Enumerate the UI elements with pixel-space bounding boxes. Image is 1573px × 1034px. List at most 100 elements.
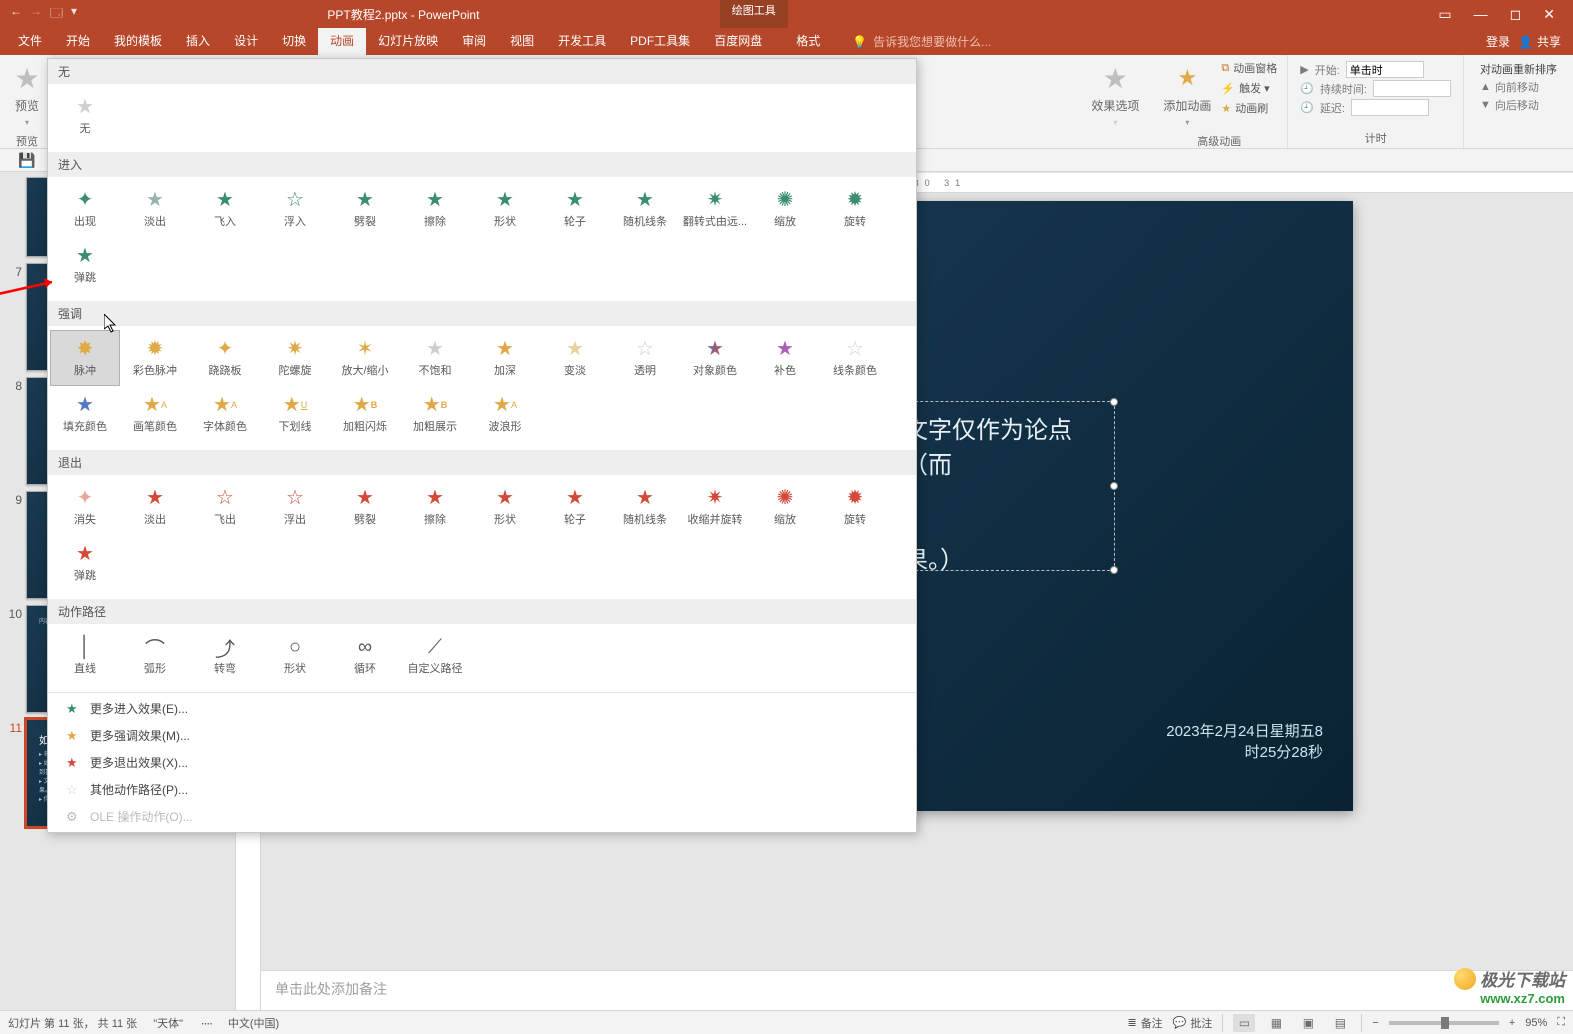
tab-baidu[interactable]: 百度网盘 (702, 28, 774, 55)
anim-flyout[interactable]: ☆飞出 (190, 479, 260, 535)
tab-design[interactable]: 设计 (222, 28, 270, 55)
minimize-icon[interactable]: — (1474, 6, 1488, 22)
anim-shrinkturn[interactable]: ✷收缩并旋转 (680, 479, 750, 535)
tab-home[interactable]: 开始 (54, 28, 102, 55)
anim-disappear[interactable]: ✦消失 (50, 479, 120, 535)
move-backward-button[interactable]: ▼向后移动 (1480, 97, 1557, 113)
anim-none[interactable]: ★无 (50, 88, 120, 144)
maximize-icon[interactable]: ◻ (1510, 6, 1522, 23)
tab-developer[interactable]: 开发工具 (546, 28, 618, 55)
path-turn[interactable]: ⤴转弯 (190, 628, 260, 684)
anim-zoom[interactable]: ✺缩放 (750, 181, 820, 237)
move-forward-button[interactable]: ▲向前移动 (1480, 79, 1557, 95)
anim-wheel[interactable]: ★轮子 (540, 181, 610, 237)
forward-icon[interactable]: → (30, 4, 42, 25)
more-exit-effects[interactable]: ★更多退出效果(X)... (48, 749, 916, 776)
anim-spin2[interactable]: ✷陀螺旋 (260, 330, 330, 386)
tab-format[interactable]: 格式 (774, 28, 842, 55)
tab-animations[interactable]: 动画 (318, 28, 366, 55)
anim-shape[interactable]: ★形状 (470, 181, 540, 237)
window-icon[interactable]: 🗔 (50, 4, 63, 25)
tab-file[interactable]: 文件 (6, 28, 54, 55)
start-input[interactable] (1346, 61, 1424, 78)
animation-pane-button[interactable]: ⧉动画窗格 (1217, 59, 1281, 77)
anim-linecolor[interactable]: ☆线条颜色 (820, 330, 890, 386)
anim-bounceout[interactable]: ★弹跳 (50, 535, 120, 591)
reading-view-icon[interactable]: ▣ (1297, 1014, 1319, 1032)
anim-wave[interactable]: ★A波浪形 (470, 386, 540, 442)
anim-growshrink[interactable]: ✶放大/缩小 (330, 330, 400, 386)
anim-shape2[interactable]: ★形状 (470, 479, 540, 535)
text-box[interactable]: 文字仅作为论点（而 果。） (895, 401, 1115, 571)
tab-mytemplates[interactable]: 我的模板 (102, 28, 174, 55)
tab-transitions[interactable]: 切换 (270, 28, 318, 55)
more-emphasis-effects[interactable]: ★更多强调效果(M)... (48, 722, 916, 749)
save-icon[interactable]: 💾 (18, 152, 35, 169)
anim-growturn[interactable]: ✷翻转式由远... (680, 181, 750, 237)
anim-appear[interactable]: ✦出现 (50, 181, 120, 237)
more-entrance-effects[interactable]: ★更多进入效果(E)... (48, 695, 916, 722)
anim-complement[interactable]: ★补色 (750, 330, 820, 386)
path-shape[interactable]: ○形状 (260, 628, 330, 684)
sorter-view-icon[interactable]: ▦ (1265, 1014, 1287, 1032)
zoom-slider[interactable] (1389, 1021, 1499, 1025)
anim-wipe[interactable]: ★擦除 (400, 181, 470, 237)
tab-insert[interactable]: 插入 (174, 28, 222, 55)
tab-review[interactable]: 审阅 (450, 28, 498, 55)
path-loop[interactable]: ∞循环 (330, 628, 400, 684)
anim-objcolor[interactable]: ★对象颜色 (680, 330, 750, 386)
anim-floatin[interactable]: ☆浮入 (260, 181, 330, 237)
delay-input[interactable] (1351, 99, 1429, 116)
anim-split[interactable]: ★劈裂 (330, 181, 400, 237)
anim-brushcolor[interactable]: ★A画笔颜色 (120, 386, 190, 442)
share-button[interactable]: 👤共享 (1518, 33, 1561, 50)
anim-darken[interactable]: ★加深 (470, 330, 540, 386)
anim-colorpulse[interactable]: ✹彩色脉冲 (120, 330, 190, 386)
anim-flyin[interactable]: ★飞入 (190, 181, 260, 237)
path-line[interactable]: │直线 (50, 628, 120, 684)
anim-boldreveal[interactable]: ★B加粗展示 (400, 386, 470, 442)
anim-split2[interactable]: ★劈裂 (330, 479, 400, 535)
anim-pulse[interactable]: ✸脉冲 (50, 330, 120, 386)
trigger-button[interactable]: ⚡触发 ▾ (1217, 79, 1281, 97)
anim-wipe2[interactable]: ★擦除 (400, 479, 470, 535)
animation-painter-button[interactable]: ★动画刷 (1217, 99, 1281, 117)
anim-desaturate[interactable]: ★不饱和 (400, 330, 470, 386)
language[interactable]: 中文(中国) (228, 1015, 279, 1031)
tab-view[interactable]: 视图 (498, 28, 546, 55)
anim-transparency[interactable]: ☆透明 (610, 330, 680, 386)
normal-view-icon[interactable]: ▭ (1233, 1014, 1255, 1032)
effect-options-button[interactable]: ★ 效果选项 ▾ (1085, 59, 1145, 131)
login-button[interactable]: 登录 (1486, 33, 1510, 50)
anim-randombars[interactable]: ★随机线条 (610, 181, 680, 237)
anim-spinout[interactable]: ✹旋转 (820, 479, 890, 535)
duration-input[interactable] (1373, 80, 1451, 97)
slide-position[interactable]: 幻灯片 第 11 张， 共 11 张 (8, 1015, 137, 1031)
tell-me-search[interactable]: 💡 告诉我您想要做什么... (842, 28, 1474, 55)
tab-pdftools[interactable]: PDF工具集 (618, 28, 702, 55)
comments-toggle[interactable]: 💬批注 (1173, 1015, 1213, 1031)
notes-toggle[interactable]: ≣备注 (1127, 1015, 1162, 1031)
anim-fade[interactable]: ★淡出 (120, 181, 190, 237)
anim-lighten[interactable]: ★变淡 (540, 330, 610, 386)
add-animation-button[interactable]: ★ 添加动画 ▾ (1157, 59, 1217, 131)
path-arc[interactable]: ⌒弧形 (120, 628, 190, 684)
anim-floatout[interactable]: ☆浮出 (260, 479, 330, 535)
preview-button[interactable]: ★ 预览 ▾ (6, 59, 48, 131)
more-motion-paths[interactable]: ☆其他动作路径(P)... (48, 776, 916, 803)
ime-icon[interactable]: ᠁ (199, 1013, 212, 1032)
anim-fontcolor[interactable]: ★A字体颜色 (190, 386, 260, 442)
slideshow-view-icon[interactable]: ▤ (1329, 1014, 1351, 1032)
ribbon-options-icon[interactable]: ▭ (1438, 6, 1451, 23)
path-custom[interactable]: ⟋自定义路径 (400, 628, 470, 684)
zoom-level[interactable]: 95% (1525, 1017, 1547, 1029)
zoom-in-icon[interactable]: + (1509, 1017, 1515, 1029)
anim-fillcolor[interactable]: ★填充颜色 (50, 386, 120, 442)
anim-wheel2[interactable]: ★轮子 (540, 479, 610, 535)
anim-boldflash[interactable]: ★B加粗闪烁 (330, 386, 400, 442)
anim-fadeout[interactable]: ★淡出 (120, 479, 190, 535)
back-icon[interactable]: ← (10, 4, 22, 25)
anim-spin[interactable]: ✹旋转 (820, 181, 890, 237)
qat-more-icon[interactable]: ▾ (71, 4, 77, 25)
notes-pane[interactable]: 单击此处添加备注 (261, 970, 1573, 1010)
